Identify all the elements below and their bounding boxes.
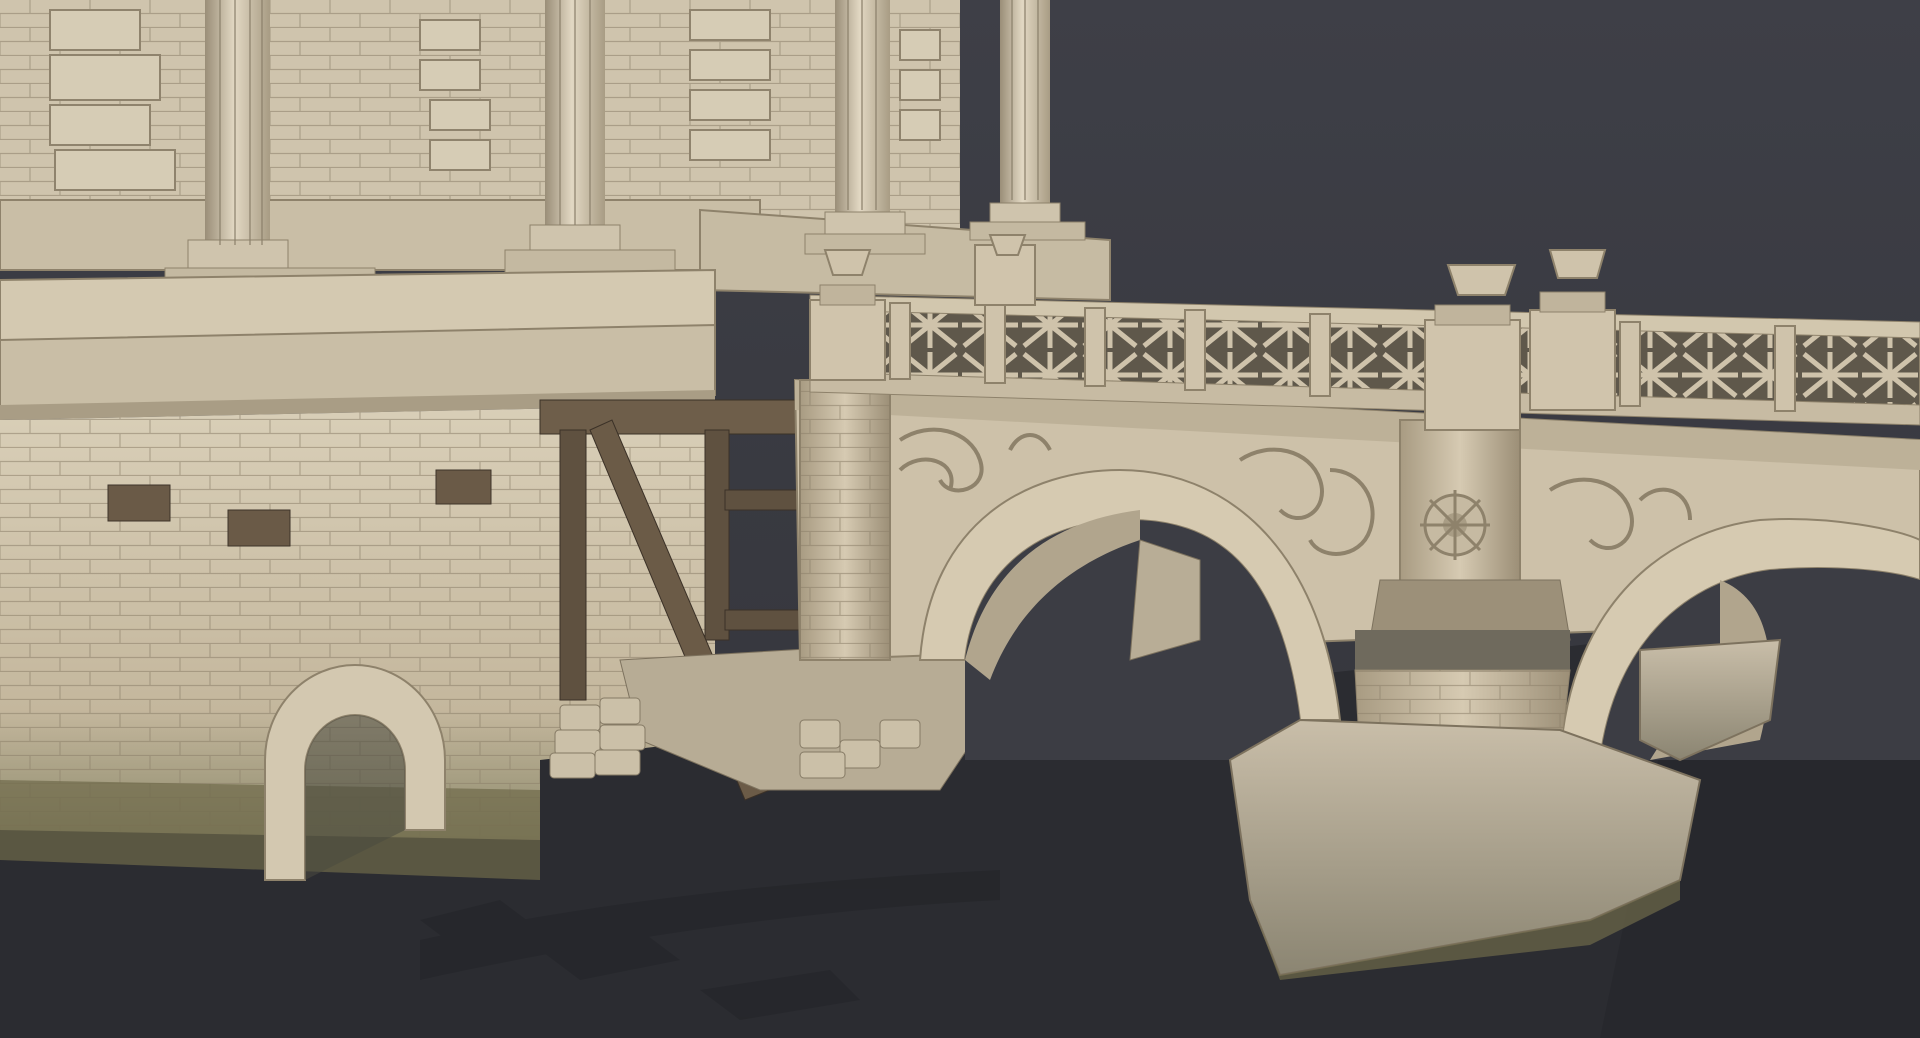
urn-finial: [974, 234, 1036, 306]
rendered-3d-stone-bridge-scene: [0, 0, 1920, 1038]
rosette-carving: [1420, 490, 1490, 560]
